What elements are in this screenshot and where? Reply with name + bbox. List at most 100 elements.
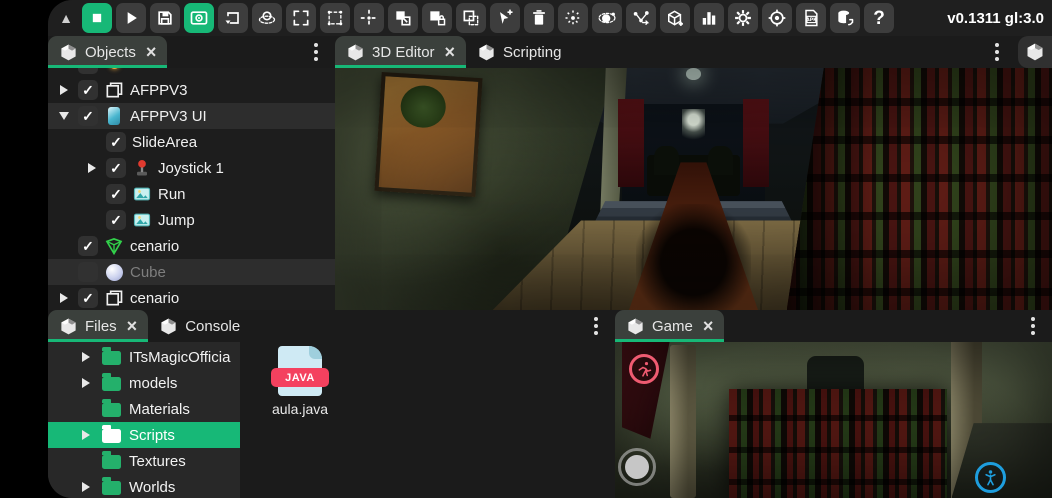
- virtual-joystick[interactable]: [618, 448, 656, 486]
- object-row-run[interactable]: ✓ Run: [48, 181, 335, 207]
- run-button[interactable]: [629, 354, 659, 384]
- expand-arrow-icon[interactable]: [59, 112, 69, 120]
- folder-row-scripts[interactable]: Scripts: [48, 422, 240, 448]
- object-row-cube[interactable]: Cube: [48, 259, 335, 285]
- folder-row-itsmagicofficia[interactable]: ITsMagicOfficia: [48, 344, 240, 370]
- node-graph-button[interactable]: [626, 3, 656, 33]
- folder-row-models[interactable]: models: [48, 370, 240, 396]
- box-icon: [346, 43, 365, 62]
- orbit-tool-button[interactable]: [252, 3, 282, 33]
- bring-forward-tool-button[interactable]: [388, 3, 418, 33]
- svg-text:APK: APK: [806, 17, 817, 23]
- joystick-knob[interactable]: [625, 455, 649, 479]
- expand-arrow-icon[interactable]: [60, 85, 68, 95]
- game-viewport[interactable]: [615, 342, 1052, 498]
- particles-button[interactable]: [558, 3, 588, 33]
- object-row-joystick-1[interactable]: ✓Joystick 1: [48, 155, 335, 181]
- box-icon: [59, 43, 78, 62]
- expand-arrow-icon[interactable]: [82, 352, 90, 362]
- tab-label: Files: [85, 318, 117, 335]
- close-tab-icon[interactable]: ×: [127, 317, 138, 335]
- visibility-checkbox[interactable]: ✓: [78, 288, 98, 308]
- panel-menu-icon[interactable]: [303, 36, 329, 68]
- accessibility-button[interactable]: [975, 462, 1006, 493]
- settings-button[interactable]: [728, 3, 758, 33]
- region-select-tool-button[interactable]: [320, 3, 350, 33]
- add-object-button[interactable]: [660, 3, 690, 33]
- java-file-icon: JAVA: [278, 346, 322, 396]
- tab-label: Objects: [85, 44, 136, 61]
- objects-tabbar: Objects ×: [48, 36, 335, 68]
- panel-menu-icon[interactable]: [583, 310, 609, 342]
- object-row-afppv3[interactable]: ✓AFPPV3: [48, 77, 335, 103]
- tab-objects[interactable]: Objects ×: [48, 36, 167, 68]
- export-apk-button[interactable]: APK: [796, 3, 826, 33]
- move-tool-button[interactable]: [354, 3, 384, 33]
- object-row-cenario[interactable]: ✓cenario: [48, 285, 335, 310]
- camera-cutout-strip: [0, 0, 48, 498]
- object-label: Run: [158, 186, 186, 203]
- pointer-add-tool-button[interactable]: [490, 3, 520, 33]
- image-icon: [132, 210, 152, 230]
- tab-game[interactable]: Game×: [615, 310, 724, 342]
- visibility-checkbox[interactable]: ✓: [106, 158, 126, 178]
- close-tab-icon[interactable]: ×: [703, 317, 714, 335]
- visibility-checkbox[interactable]: ✓: [106, 132, 126, 152]
- close-tab-icon[interactable]: ×: [146, 43, 157, 61]
- expand-arrow-icon[interactable]: [82, 378, 90, 388]
- object-row-slidearea[interactable]: ✓SlideArea: [48, 129, 335, 155]
- run-icon: [635, 360, 654, 379]
- tab-3d-editor[interactable]: 3D Editor×: [335, 36, 466, 68]
- save-button[interactable]: [150, 3, 180, 33]
- lock-layer-tool-button[interactable]: [422, 3, 452, 33]
- scale-tool-button[interactable]: [286, 3, 316, 33]
- expand-arrow-icon[interactable]: [60, 293, 68, 303]
- tab-console[interactable]: Console: [148, 310, 251, 342]
- delete-button[interactable]: [524, 3, 554, 33]
- expand-arrow-icon[interactable]: [88, 163, 96, 173]
- expand-arrow-icon[interactable]: [82, 430, 90, 440]
- visibility-checkbox[interactable]: ✓: [78, 80, 98, 100]
- object-row-jump[interactable]: ✓Jump: [48, 207, 335, 233]
- collapse-toolbar-button[interactable]: ▲: [54, 3, 78, 33]
- dashed-select-icon: [325, 8, 345, 28]
- visibility-checkbox[interactable]: ✓: [106, 184, 126, 204]
- triangle-up-icon: ▲: [59, 11, 73, 25]
- visibility-checkbox[interactable]: ✓: [78, 68, 98, 74]
- scene-preview-button[interactable]: [184, 3, 214, 33]
- project-target-button[interactable]: [762, 3, 792, 33]
- 3d-editor-viewport[interactable]: [335, 68, 1052, 310]
- mesh-icon: [104, 236, 124, 256]
- physics-button[interactable]: [592, 3, 622, 33]
- tab-files[interactable]: Files ×: [48, 310, 148, 342]
- file-tile-aula.java[interactable]: JAVAaula.java: [254, 343, 346, 417]
- folder-row-textures[interactable]: Textures: [48, 448, 240, 474]
- play-button[interactable]: [116, 3, 146, 33]
- visibility-checkbox[interactable]: [78, 262, 98, 282]
- statistics-button[interactable]: [694, 3, 724, 33]
- editor-tabbar: 3D Editor×Scripting: [335, 36, 1052, 68]
- visibility-checkbox[interactable]: ✓: [78, 236, 98, 256]
- file-browser[interactable]: JAVAaula.java: [240, 342, 615, 498]
- object-row-cenario[interactable]: ✓cenario: [48, 233, 335, 259]
- visibility-checkbox[interactable]: ✓: [78, 106, 98, 126]
- visibility-checkbox[interactable]: ✓: [106, 210, 126, 230]
- hidden-tab-cube-icon[interactable]: [1018, 36, 1052, 68]
- play-icon: [121, 8, 141, 28]
- help-button[interactable]: ?: [864, 3, 894, 33]
- object-row-afppv3-ui[interactable]: ✓AFPPV3 UI: [48, 103, 335, 129]
- expand-arrow-icon[interactable]: [82, 482, 90, 492]
- tab-scripting[interactable]: Scripting: [466, 36, 572, 68]
- refresh-assets-button[interactable]: [830, 3, 860, 33]
- panel-menu-icon[interactable]: [1020, 310, 1046, 342]
- image-icon: [132, 184, 152, 204]
- rotate-tool-button[interactable]: [218, 3, 248, 33]
- close-tab-icon[interactable]: ×: [445, 43, 456, 61]
- folders-tree: ITsMagicOfficiamodelsMaterialsScriptsTex…: [48, 342, 240, 498]
- folder-row-worlds[interactable]: Worlds: [48, 474, 240, 498]
- folder-row-materials[interactable]: Materials: [48, 396, 240, 422]
- stop-button[interactable]: [82, 3, 112, 33]
- panel-menu-icon[interactable]: [984, 36, 1010, 68]
- duplicate-tool-button[interactable]: [456, 3, 486, 33]
- object-row-clipped[interactable]: ✓: [48, 68, 335, 77]
